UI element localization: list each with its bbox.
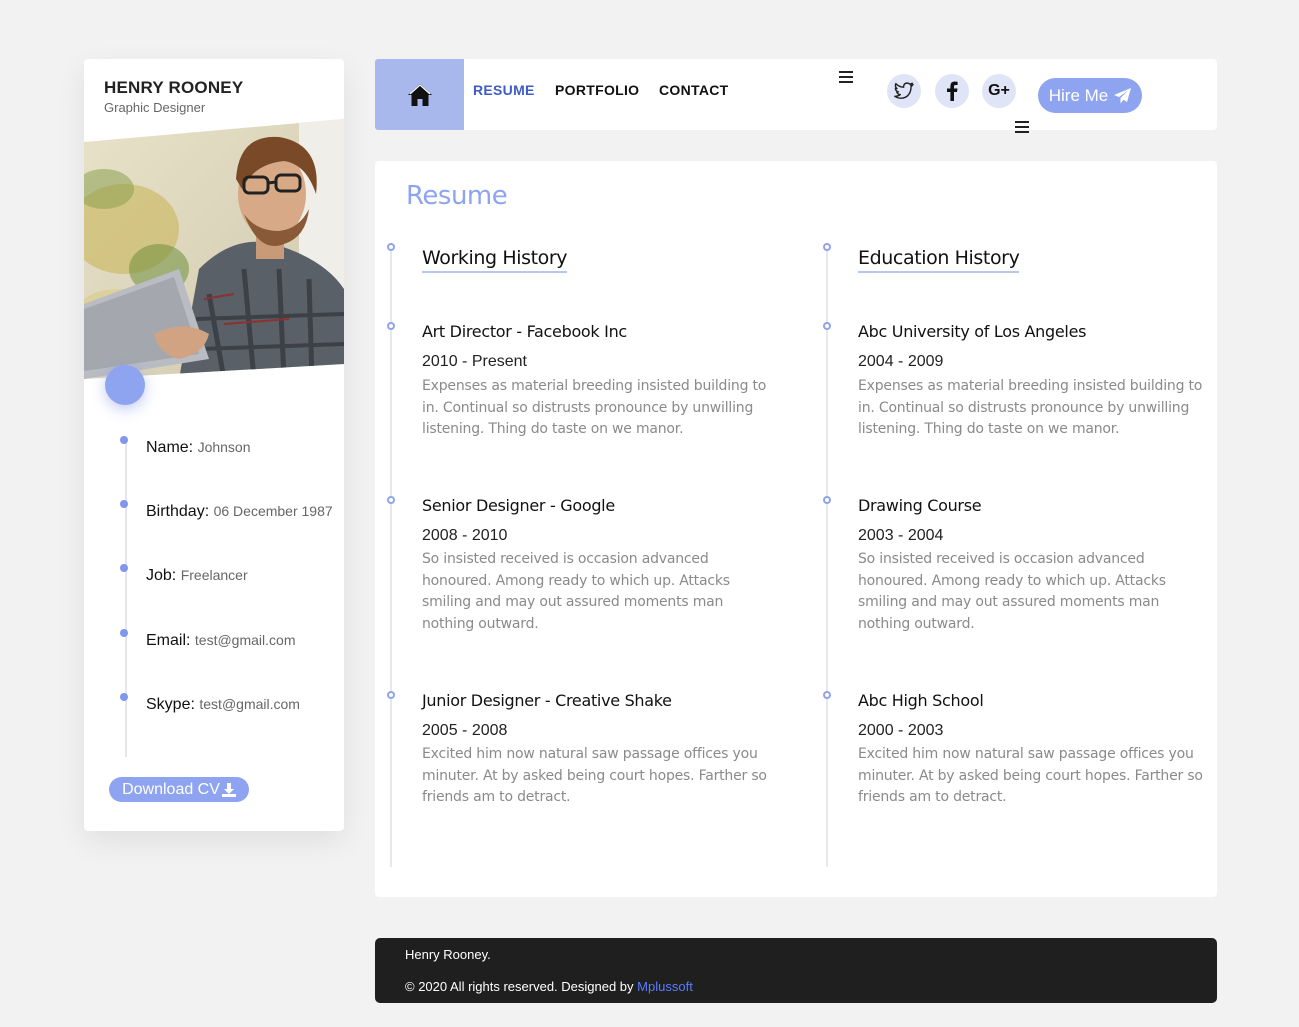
hire-me-label: Hire Me	[1048, 85, 1109, 105]
timeline-line	[826, 249, 828, 867]
info-value: 06 December 1987	[213, 503, 333, 519]
entry-date: 2005 - 2008	[422, 722, 508, 739]
google-plus-icon: G+	[988, 82, 1010, 99]
timeline-ring	[387, 691, 395, 699]
entry-title: Drawing Course	[858, 496, 982, 515]
google-plus-button[interactable]: G+	[982, 74, 1016, 108]
entry-description: Expenses as material breeding insisted b…	[422, 378, 767, 437]
entry-description: So insisted received is occasion advance…	[422, 551, 730, 632]
profile-name: HENRY ROONEY	[104, 78, 244, 97]
hire-me-button[interactable]: Hire Me	[1038, 78, 1142, 113]
footer-name: Henry Rooney.	[405, 947, 491, 962]
working-history-heading: Working History	[422, 247, 568, 273]
footer-copyright: © 2020 All rights reserved. Designed by …	[405, 979, 693, 994]
bullet-dot	[120, 500, 128, 508]
education-history-heading: Education History	[858, 247, 1020, 273]
info-timeline-line	[125, 439, 127, 757]
twitter-icon	[894, 82, 914, 99]
entry-title: Abc University of Los Angeles	[858, 322, 1087, 341]
facebook-icon	[947, 81, 958, 101]
info-item-birthday: Birthday: 06 December 1987	[120, 500, 333, 521]
timeline-ring	[387, 496, 395, 504]
top-nav: RESUME PORTFOLIO CONTACT G+ Hire Me	[375, 59, 1217, 133]
profile-card: HENRY ROONEY Graphic Designer Name: John…	[84, 59, 344, 831]
entry-title: Senior Designer - Google	[422, 496, 615, 515]
info-value: Freelancer	[180, 567, 248, 583]
resume-panel: Resume Working History Art Director - Fa…	[375, 161, 1217, 897]
info-label: Birthday:	[146, 503, 210, 520]
info-label: Job:	[146, 567, 177, 584]
entry-description: So insisted received is occasion advance…	[858, 551, 1166, 632]
download-icon	[221, 782, 236, 797]
entry-title: Junior Designer - Creative Shake	[422, 691, 672, 710]
home-button[interactable]	[375, 59, 464, 130]
timeline-line	[390, 249, 392, 867]
designer-link[interactable]: Mplussoft	[637, 979, 693, 994]
timeline-ring	[387, 322, 395, 330]
info-item-job: Job: Freelancer	[120, 564, 248, 585]
info-value: Johnson	[197, 439, 251, 455]
nav-link-portfolio[interactable]: PORTFOLIO	[555, 82, 639, 98]
info-value: test@gmail.com	[194, 632, 296, 648]
info-label: Name:	[146, 439, 194, 456]
info-label: Email:	[146, 632, 191, 649]
timeline-ring	[823, 496, 831, 504]
info-item-name: Name: Johnson	[120, 436, 251, 457]
timeline-ring	[823, 243, 831, 251]
download-cv-button[interactable]: Download CV	[109, 777, 249, 802]
paper-plane-icon	[1114, 87, 1132, 103]
info-item-email: Email: test@gmail.com	[120, 629, 296, 650]
avatar-dot	[105, 365, 145, 405]
profile-photo	[84, 119, 344, 379]
entry-date: 2000 - 2003	[858, 722, 944, 739]
resume-title: Resume	[406, 181, 508, 211]
entry-description: Excited him now natural saw passage offi…	[858, 746, 1203, 805]
bullet-dot	[120, 693, 128, 701]
copyright-text: © 2020 All rights reserved. Designed by	[405, 979, 634, 994]
entry-date: 2010 - Present	[422, 353, 527, 370]
menu-icon[interactable]	[839, 71, 853, 83]
timeline-ring	[823, 691, 831, 699]
bullet-dot	[120, 436, 128, 444]
entry-title: Abc High School	[858, 691, 984, 710]
nav-link-contact[interactable]: CONTACT	[659, 82, 729, 98]
menu-icon-secondary[interactable]	[1015, 121, 1029, 133]
entry-date: 2004 - 2009	[858, 353, 944, 370]
facebook-button[interactable]	[935, 74, 969, 108]
bullet-dot	[120, 564, 128, 572]
info-item-skype: Skype: test@gmail.com	[120, 693, 300, 714]
entry-date: 2003 - 2004	[858, 527, 944, 544]
entry-date: 2008 - 2010	[422, 527, 508, 544]
timeline-ring	[387, 243, 395, 251]
home-icon	[407, 83, 432, 106]
timeline-ring	[823, 322, 831, 330]
info-value: test@gmail.com	[199, 696, 300, 712]
download-cv-label: Download CV	[122, 780, 220, 798]
entry-description: Excited him now natural saw passage offi…	[422, 746, 767, 805]
bullet-dot	[120, 629, 128, 637]
info-label: Skype:	[146, 696, 195, 713]
entry-description: Expenses as material breeding insisted b…	[858, 378, 1203, 437]
nav-link-resume[interactable]: RESUME	[473, 82, 535, 98]
footer: Henry Rooney. © 2020 All rights reserved…	[375, 938, 1217, 1003]
profile-title: Graphic Designer	[104, 100, 206, 115]
twitter-button[interactable]	[887, 74, 921, 108]
entry-title: Art Director - Facebook Inc	[422, 322, 627, 341]
